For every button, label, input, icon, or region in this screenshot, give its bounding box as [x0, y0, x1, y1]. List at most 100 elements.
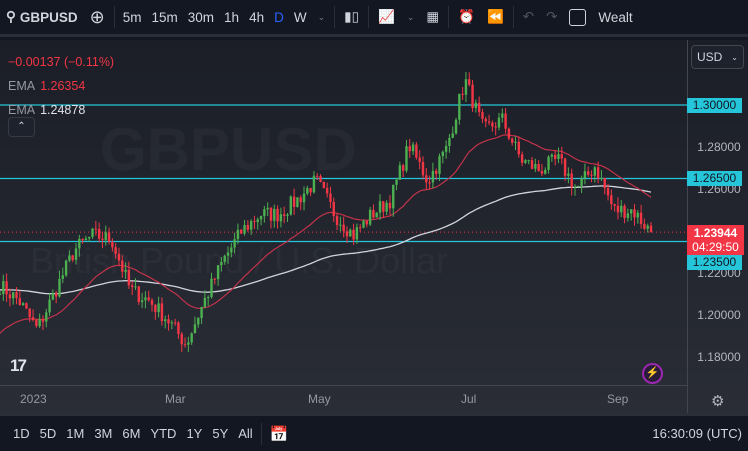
tradingview-logo[interactable]: 17	[10, 356, 27, 376]
candle-body	[444, 145, 448, 152]
level-tag[interactable]: 1.26500	[687, 171, 742, 186]
candle-body	[170, 322, 174, 324]
candle-body	[365, 220, 369, 225]
interval-1h[interactable]: 1h	[219, 0, 244, 34]
candle-body	[140, 300, 144, 303]
candle-body	[187, 342, 190, 345]
candle-body	[197, 318, 200, 325]
candle-body	[590, 174, 593, 176]
layouts-icon[interactable]: ▦	[420, 0, 445, 34]
candle-body	[547, 156, 550, 170]
candle-body	[530, 160, 534, 169]
interval-15m[interactable]: 15m	[147, 0, 183, 34]
candle-body	[48, 299, 51, 313]
candle-body	[332, 201, 335, 217]
candle-body	[71, 255, 74, 260]
chevron-down-icon[interactable]: ⌄	[312, 0, 332, 34]
candle-body	[220, 261, 223, 266]
watchlist-button[interactable]: Wealt	[592, 0, 638, 34]
candle-body	[626, 213, 630, 218]
candle-body	[557, 154, 560, 159]
candle-body	[180, 333, 183, 345]
candle-body	[282, 214, 286, 216]
interval-4h[interactable]: 4h	[244, 0, 269, 34]
alert-icon[interactable]: ⏰	[452, 0, 481, 34]
settings-icon[interactable]: ⚙	[711, 392, 724, 410]
currency-select[interactable]: USD ⌄	[691, 45, 744, 69]
compare-button[interactable]: ⊕	[84, 0, 111, 34]
top-toolbar: ⚲ GBPUSD ⊕ 5m 15m 30m 1h 4h D W ⌄ ▮▯ 📈 ⌄ …	[0, 0, 748, 37]
date-range-icon[interactable]: 📅	[265, 425, 294, 443]
candle-body	[8, 294, 12, 299]
level-tag[interactable]: 1.30000	[687, 98, 742, 113]
interval-w[interactable]: W	[289, 0, 312, 34]
candle-body	[385, 202, 388, 212]
candle-body	[418, 157, 421, 163]
indicators-icon[interactable]: 📈	[372, 0, 401, 34]
candle-body	[193, 324, 197, 334]
candle-body	[51, 292, 55, 300]
candles-icon[interactable]: ▮▯	[338, 0, 365, 34]
last-price-tag: 1.23944 04:29:50	[687, 225, 744, 255]
interval-5m[interactable]: 5m	[118, 0, 147, 34]
time-label: May	[308, 392, 331, 406]
candle-body	[144, 297, 147, 301]
fullscreen-icon[interactable]	[563, 0, 592, 34]
candle-body	[494, 126, 497, 128]
symbol-search[interactable]: ⚲ GBPUSD	[0, 0, 84, 34]
candle-body	[266, 207, 269, 210]
range-all[interactable]: All	[233, 426, 257, 441]
candle-body	[164, 319, 167, 322]
candle-body	[167, 319, 170, 324]
candle-body	[623, 205, 626, 218]
candle-body	[448, 137, 451, 146]
candle-body	[157, 303, 160, 313]
clock[interactable]: 16:30:09 (UTC)	[652, 426, 742, 441]
redo-icon[interactable]: ↷	[540, 0, 563, 34]
lightning-icon[interactable]: ⚡	[642, 363, 663, 384]
candle-body	[154, 304, 157, 313]
range-6m[interactable]: 6M	[117, 426, 145, 441]
range-5y[interactable]: 5Y	[207, 426, 233, 441]
candle-body	[544, 169, 547, 174]
candle-body	[41, 319, 45, 322]
level-tag[interactable]: 1.23500	[687, 255, 742, 270]
candle-body	[319, 176, 322, 182]
candle-body	[15, 292, 18, 299]
candle-body	[461, 93, 464, 95]
candle-body	[316, 175, 319, 177]
candle-body	[358, 227, 362, 229]
candle-body	[636, 212, 639, 218]
replay-icon[interactable]: ⏪	[481, 0, 510, 34]
chevron-down-icon[interactable]: ⌄	[401, 0, 421, 34]
candle-body	[474, 102, 478, 109]
candle-body	[540, 170, 544, 174]
range-5d[interactable]: 5D	[35, 426, 62, 441]
candle-body	[35, 320, 38, 327]
ema-fast-legend[interactable]: EMA 1.26354	[8, 74, 114, 98]
range-ytd[interactable]: YTD	[145, 426, 181, 441]
candle-body	[501, 113, 504, 118]
range-3m[interactable]: 3M	[89, 426, 117, 441]
candle-body	[150, 300, 154, 305]
range-1m[interactable]: 1M	[61, 426, 89, 441]
collapse-legend-button[interactable]: ⌃	[8, 117, 35, 137]
candle-body	[173, 322, 177, 324]
candle-body	[127, 269, 131, 286]
candle-body	[563, 158, 567, 176]
candle-body	[137, 286, 140, 303]
candle-body	[477, 102, 481, 113]
range-1y[interactable]: 1Y	[181, 426, 207, 441]
undo-icon[interactable]: ↶	[517, 0, 540, 34]
candle-body	[256, 219, 259, 223]
candle-body	[25, 303, 28, 309]
interval-d[interactable]: D	[269, 0, 289, 34]
candle-body	[64, 260, 68, 276]
chart-area[interactable]: GBPUSD British Pound / U.S. Dollar −0.00…	[0, 40, 748, 413]
candle-body	[481, 112, 484, 119]
range-1d[interactable]: 1D	[8, 426, 35, 441]
interval-30m[interactable]: 30m	[183, 0, 219, 34]
candle-body	[31, 317, 35, 321]
candle-body	[534, 164, 537, 169]
candle-body	[160, 303, 164, 322]
